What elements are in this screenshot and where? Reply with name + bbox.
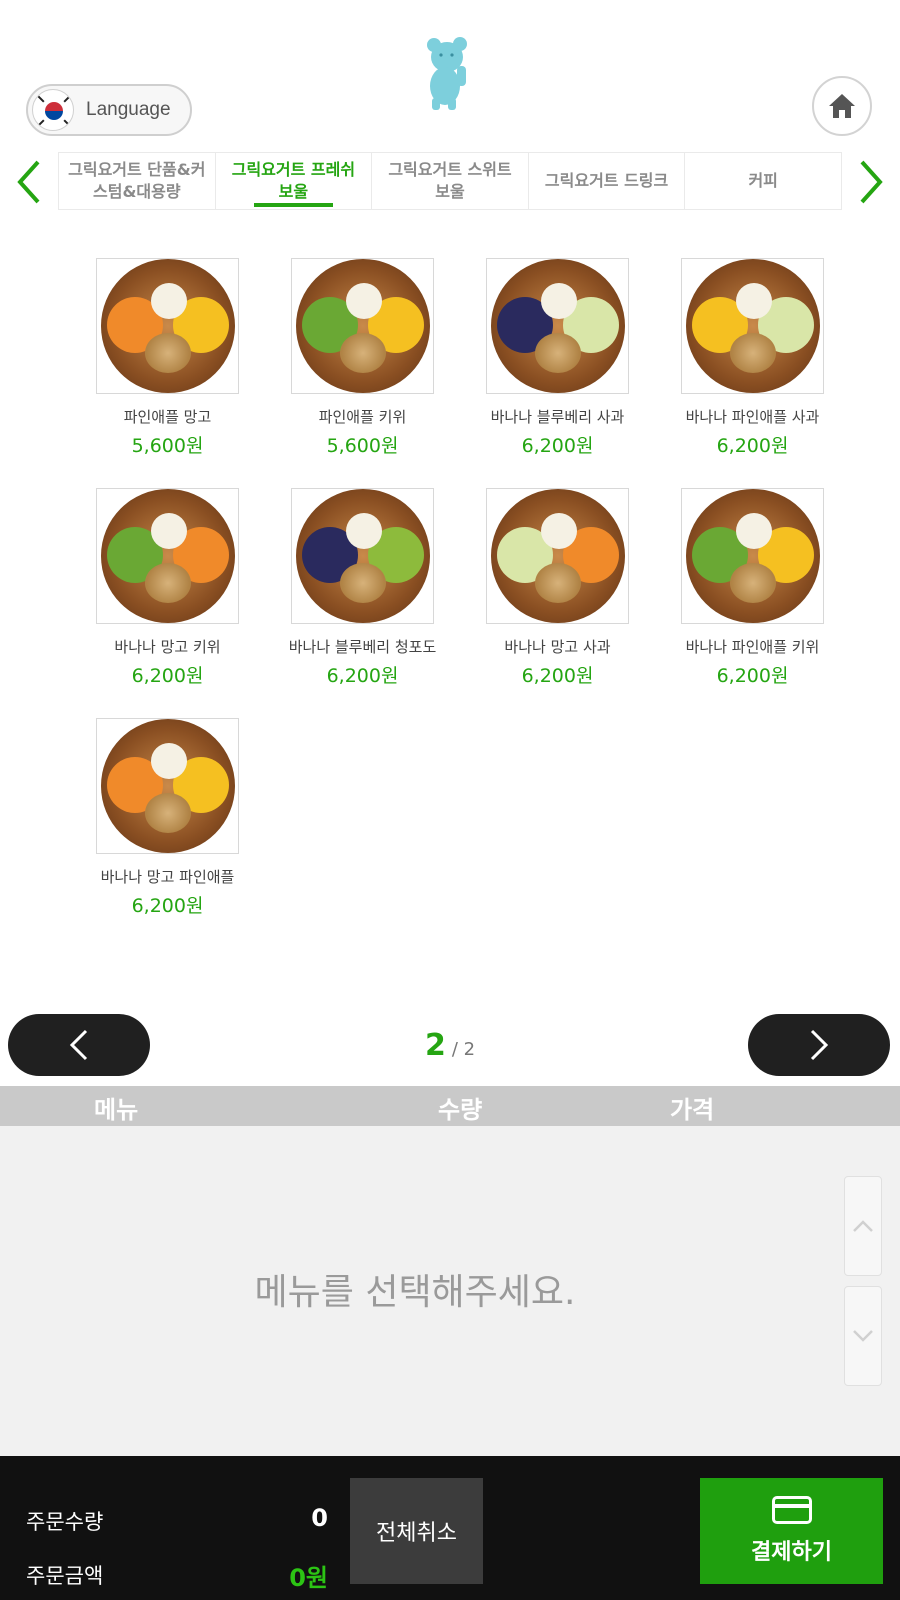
- total-pages: / 2: [451, 1039, 476, 1060]
- product-name: 바나나 망고 사과: [504, 638, 611, 656]
- order-amount-label: 주문금액: [26, 1564, 104, 1588]
- menu-column-header: 메뉴: [94, 1096, 139, 1124]
- product-image: [486, 258, 629, 394]
- scroll-up-button[interactable]: [844, 1176, 882, 1276]
- product-card[interactable]: 파인애플 키위 5,600원: [265, 258, 460, 458]
- next-page-button[interactable]: [748, 1014, 890, 1076]
- product-name: 바나나 망고 키위: [114, 638, 221, 656]
- product-image: [96, 258, 239, 394]
- product-name: 바나나 파인애플 사과: [685, 408, 820, 426]
- product-card[interactable]: 파인애플 망고 5,600원: [70, 258, 265, 458]
- price-column-header: 가격: [670, 1096, 715, 1124]
- product-price: 6,200원: [716, 665, 789, 687]
- home-icon: [829, 94, 855, 118]
- product-card[interactable]: 바나나 파인애플 키위 6,200원: [655, 488, 850, 688]
- order-table-header: 메뉴 수량 가격: [0, 1086, 900, 1126]
- prev-page-button[interactable]: [8, 1014, 150, 1076]
- category-tab-fresh-bowl[interactable]: 그릭요거트 프레쉬 보울: [216, 153, 373, 209]
- korea-flag-icon: [32, 89, 74, 131]
- product-image: [291, 488, 434, 624]
- order-quantity-label: 주문수량: [26, 1510, 104, 1534]
- category-tab-drink[interactable]: 그릭요거트 드링크: [529, 153, 686, 209]
- product-image: [681, 258, 824, 394]
- language-label: Language: [86, 99, 171, 120]
- checkout-button[interactable]: 결제하기: [700, 1478, 883, 1584]
- category-tabs: 그릭요거트 단품&커스텀&대용량 그릭요거트 프레쉬 보울 그릭요거트 스위트 …: [58, 152, 842, 210]
- page-indicator: 2/ 2: [400, 1028, 500, 1063]
- order-footer: 주문수량 0 주문금액 0원 전체취소 결제하기: [0, 1456, 900, 1600]
- product-name: 바나나 블루베리 사과: [490, 408, 625, 426]
- product-image: [681, 488, 824, 624]
- product-price: 6,200원: [521, 435, 594, 457]
- category-tab-coffee[interactable]: 커피: [685, 153, 841, 209]
- product-price: 6,200원: [521, 665, 594, 687]
- product-name: 파인애플 망고: [123, 408, 212, 426]
- product-card[interactable]: 바나나 블루베리 청포도 6,200원: [265, 488, 460, 688]
- product-card[interactable]: 바나나 망고 키위 6,200원: [70, 488, 265, 688]
- bear-logo-icon: [420, 36, 480, 110]
- product-card[interactable]: 바나나 블루베리 사과 6,200원: [460, 258, 655, 458]
- category-next-arrow[interactable]: [850, 158, 890, 206]
- empty-order-message: 메뉴를 선택해주세요.: [254, 1272, 576, 1313]
- product-image: [96, 488, 239, 624]
- scroll-down-button[interactable]: [844, 1286, 882, 1386]
- chevron-left-icon: [17, 160, 40, 204]
- product-price: 6,200원: [131, 665, 204, 687]
- product-price: 6,200원: [131, 895, 204, 917]
- chevron-right-icon: [810, 1029, 829, 1061]
- kiosk-screen: Language 그릭요거트 단품&커스텀&대용량 그릭요거트 프레쉬 보울 그…: [0, 0, 900, 1600]
- order-amount-value: 0원: [289, 1564, 328, 1592]
- product-image: [96, 718, 239, 854]
- quantity-column-header: 수량: [438, 1096, 483, 1124]
- category-tab-single-custom[interactable]: 그릭요거트 단품&커스텀&대용량: [59, 153, 216, 209]
- order-quantity-value: 0: [311, 1504, 328, 1532]
- cancel-all-button[interactable]: 전체취소: [350, 1478, 483, 1584]
- category-prev-arrow[interactable]: [10, 158, 50, 206]
- language-button[interactable]: Language: [26, 84, 192, 136]
- product-name: 파인애플 키위: [318, 408, 407, 426]
- product-card[interactable]: 바나나 망고 파인애플 6,200원: [70, 718, 265, 918]
- credit-card-icon: [771, 1496, 812, 1524]
- product-name: 바나나 망고 파인애플: [100, 868, 235, 886]
- product-grid: 파인애플 망고 5,600원 파인애플 키위 5,600원 바나나 블루베리 사과 6,2…: [70, 258, 850, 918]
- chevron-up-icon: [853, 1220, 873, 1232]
- home-button[interactable]: [812, 76, 872, 136]
- product-price: 5,600원: [326, 435, 399, 457]
- checkout-label: 결제하기: [751, 1540, 832, 1565]
- product-price: 6,200원: [716, 435, 789, 457]
- product-price: 6,200원: [326, 665, 399, 687]
- product-name: 바나나 블루베리 청포도: [288, 638, 437, 656]
- product-price: 5,600원: [131, 435, 204, 457]
- product-image: [291, 258, 434, 394]
- order-list: 메뉴를 선택해주세요.: [0, 1126, 900, 1456]
- chevron-left-icon: [69, 1029, 88, 1061]
- current-page: 2: [424, 1028, 446, 1063]
- chevron-right-icon: [860, 160, 883, 204]
- product-card[interactable]: 바나나 망고 사과 6,200원: [460, 488, 655, 688]
- product-image: [486, 488, 629, 624]
- chevron-down-icon: [853, 1330, 873, 1342]
- product-card[interactable]: 바나나 파인애플 사과 6,200원: [655, 258, 850, 458]
- product-name: 바나나 파인애플 키위: [685, 638, 820, 656]
- category-tab-sweet-bowl[interactable]: 그릭요거트 스위트 보울: [372, 153, 529, 209]
